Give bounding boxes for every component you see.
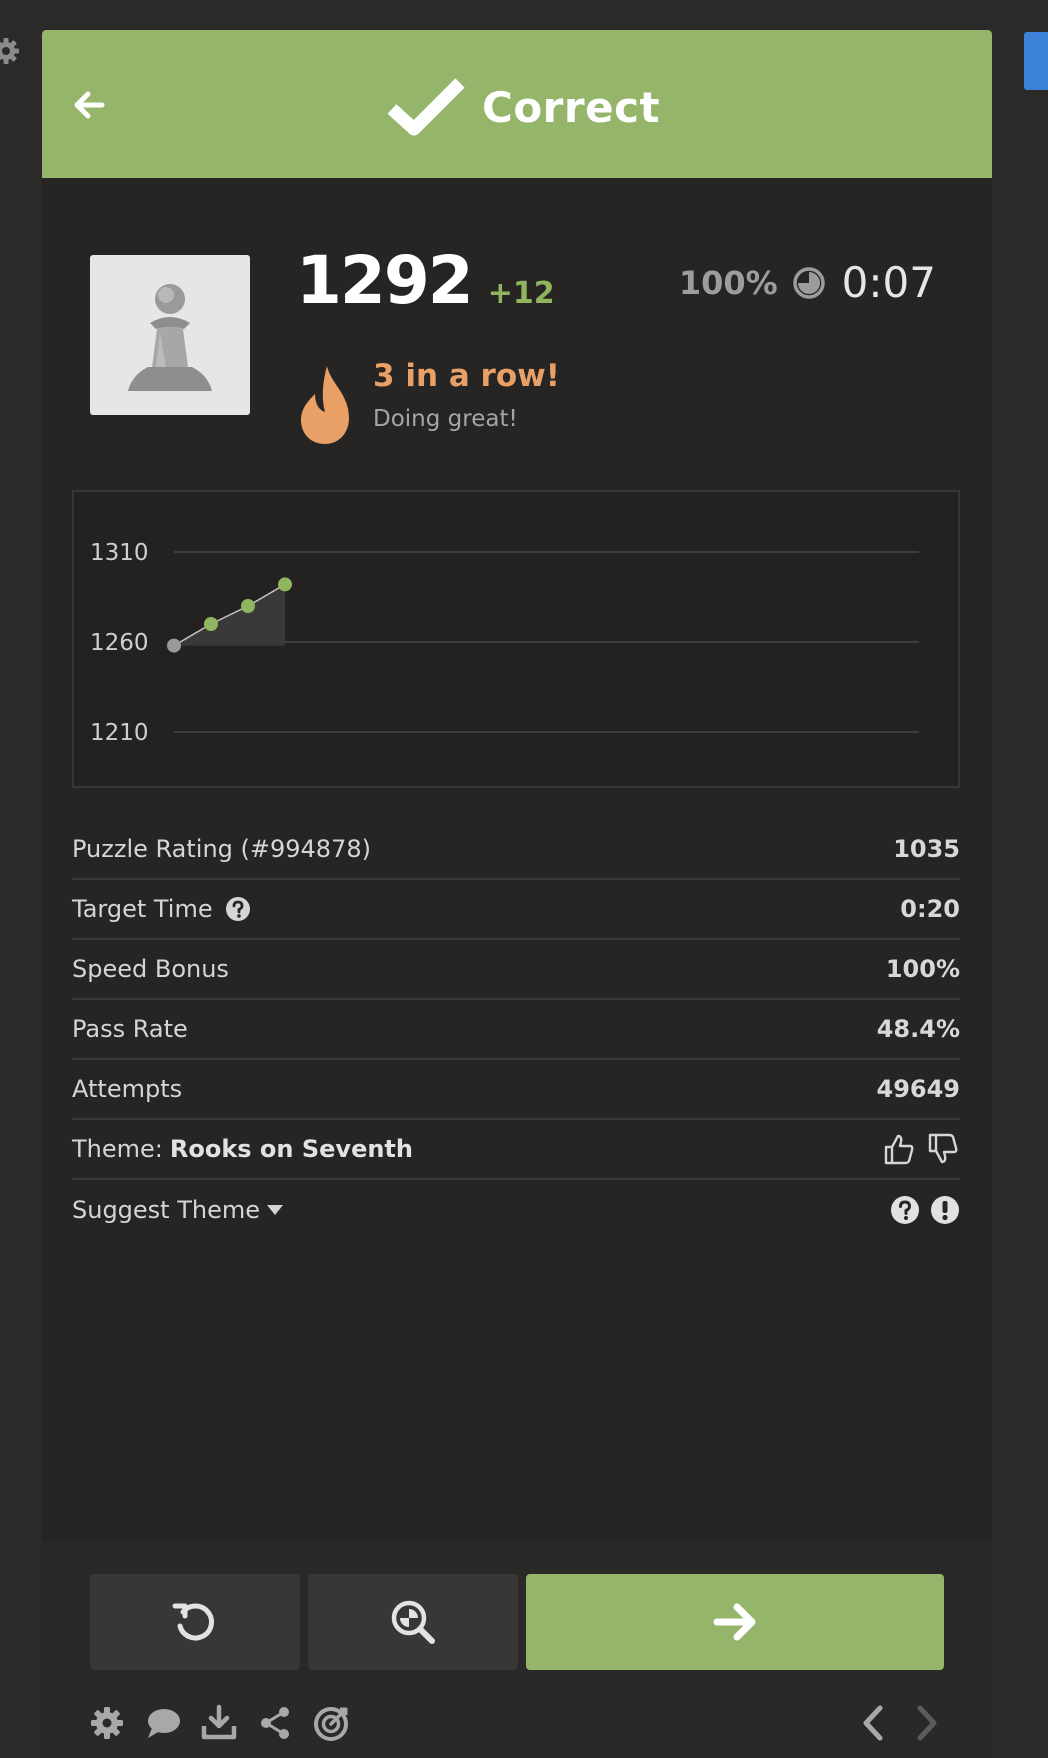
stat-label: Pass Rate bbox=[72, 1015, 188, 1043]
retry-button[interactable] bbox=[90, 1574, 300, 1670]
chevron-left-icon[interactable] bbox=[860, 1704, 886, 1742]
stat-value: 49649 bbox=[876, 1075, 961, 1103]
y-tick-label: 1310 bbox=[90, 540, 149, 566]
thumbs-up-icon[interactable] bbox=[882, 1132, 916, 1166]
data-point bbox=[167, 638, 181, 653]
gear-icon[interactable] bbox=[88, 1704, 126, 1742]
puzzle-navigation bbox=[860, 1704, 940, 1742]
suggest-theme-dropdown[interactable]: Suggest Theme bbox=[72, 1196, 284, 1224]
next-puzzle-button[interactable] bbox=[526, 1574, 944, 1670]
theme-label: Theme: bbox=[72, 1135, 163, 1163]
stat-value: 0:20 bbox=[900, 895, 960, 923]
result-label: Correct bbox=[482, 82, 661, 132]
streak-title: 3 in a row! bbox=[373, 358, 560, 394]
stat-row-speed-bonus: Speed Bonus 100% bbox=[72, 940, 960, 1000]
stat-value: 1035 bbox=[893, 835, 960, 863]
stat-label: Target Time bbox=[72, 895, 213, 923]
stat-value: 100% bbox=[885, 955, 960, 983]
side-panel-tab[interactable] bbox=[1024, 32, 1048, 90]
analyze-button[interactable] bbox=[308, 1574, 518, 1670]
theme-label-wrap: Theme: Rooks on Seventh bbox=[72, 1135, 413, 1163]
stat-value: 48.4% bbox=[876, 1015, 960, 1043]
share-icon[interactable] bbox=[256, 1704, 294, 1742]
data-point bbox=[204, 617, 218, 631]
rating-chart-svg: 1310 1260 1210 bbox=[90, 540, 919, 746]
stat-row-attempts: Attempts 49649 bbox=[72, 1060, 960, 1120]
question-circle-icon[interactable] bbox=[890, 1195, 920, 1225]
rating-chart: 1310 1260 1210 bbox=[72, 490, 960, 788]
streak-subtitle: Doing great! bbox=[373, 406, 518, 432]
streak-info: 3 in a row! Doing great! bbox=[297, 348, 560, 446]
pawn-icon bbox=[128, 284, 212, 391]
suggest-theme-label: Suggest Theme bbox=[72, 1196, 261, 1224]
action-bar bbox=[42, 1542, 992, 1758]
stat-label: Attempts bbox=[72, 1075, 183, 1103]
chevron-right-icon[interactable] bbox=[914, 1704, 940, 1742]
target-icon[interactable] bbox=[312, 1704, 350, 1742]
download-icon[interactable] bbox=[200, 1704, 238, 1742]
stat-row-pass-rate: Pass Rate 48.4% bbox=[72, 1000, 960, 1060]
puzzle-result-panel: Correct 1292 +12 100% 0:07 3 in a row! D… bbox=[42, 30, 992, 1758]
speed-and-time: 100% 0:07 bbox=[679, 258, 936, 307]
exclamation-circle-icon[interactable] bbox=[930, 1195, 960, 1225]
clock-icon bbox=[792, 266, 825, 299]
solve-time: 0:07 bbox=[841, 258, 936, 307]
stat-row-theme: Theme: Rooks on Seventh bbox=[72, 1120, 960, 1180]
arrow-right-icon bbox=[713, 1603, 756, 1641]
speed-percentage: 100% bbox=[678, 263, 778, 302]
y-tick-label: 1260 bbox=[90, 630, 149, 656]
gear-icon[interactable] bbox=[0, 35, 26, 67]
checkmark-icon bbox=[387, 78, 465, 136]
stat-label: Puzzle Rating (#994878) bbox=[72, 835, 371, 863]
data-point bbox=[241, 599, 255, 613]
theme-name: Rooks on Seventh bbox=[169, 1135, 413, 1163]
stat-row-target-time: Target Time 0:20 bbox=[72, 880, 960, 940]
puzzle-stats: Puzzle Rating (#994878) 1035 Target Time… bbox=[72, 820, 960, 1240]
avatar bbox=[90, 255, 250, 415]
result-banner: Correct bbox=[42, 30, 992, 178]
app-root: Correct 1292 +12 100% 0:07 3 in a row! D… bbox=[0, 0, 1048, 1758]
theme-vote bbox=[882, 1132, 960, 1166]
rating-delta: +12 bbox=[487, 276, 555, 311]
question-circle-icon[interactable] bbox=[225, 896, 251, 922]
analysis-icon bbox=[391, 1600, 435, 1644]
suggest-icons bbox=[890, 1195, 960, 1225]
thumbs-down-icon[interactable] bbox=[926, 1132, 960, 1166]
rating-value: 1292 bbox=[296, 242, 474, 319]
arrow-left-icon[interactable] bbox=[68, 86, 110, 124]
stat-label: Speed Bonus bbox=[72, 955, 229, 983]
stat-label-wrap: Target Time bbox=[72, 895, 251, 923]
stat-row-suggest-theme: Suggest Theme bbox=[72, 1180, 960, 1240]
data-point bbox=[278, 577, 292, 592]
retry-icon bbox=[172, 1603, 214, 1641]
chat-icon[interactable] bbox=[144, 1704, 182, 1742]
result-title: Correct bbox=[386, 72, 660, 142]
rating-display: 1292 +12 bbox=[296, 242, 555, 319]
y-tick-label: 1210 bbox=[90, 720, 149, 746]
stat-row-puzzle-rating: Puzzle Rating (#994878) 1035 bbox=[72, 820, 960, 880]
caret-down-icon bbox=[267, 1205, 284, 1215]
bottom-toolbar bbox=[88, 1704, 350, 1742]
flame-icon bbox=[301, 366, 349, 444]
